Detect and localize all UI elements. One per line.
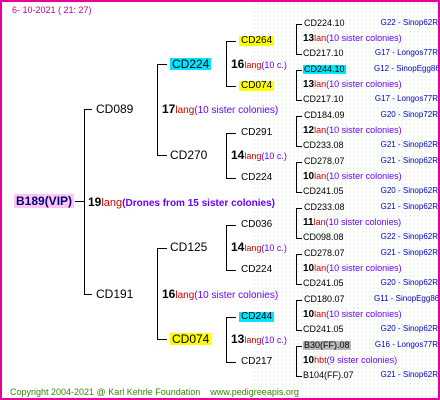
g4-top-info: G21 - Sinop62R [380, 248, 438, 257]
g3-queen-2: CD074 [239, 80, 275, 91]
g4-bottom-id: CD241.05 [303, 324, 344, 334]
g4-top-id: CD180.07 [304, 294, 345, 304]
g4-bottom-info: G17 - Longos77R [374, 94, 438, 103]
g4-top-info: G12 - SinopEgg86R [374, 64, 440, 73]
grandparent-2-drone-info: 14lang(10 c.) [231, 148, 287, 162]
g4-bottom-info: G21 - Sinop62R [380, 370, 438, 379]
grandparent-3-drone-info: 14lang(10 c.) [231, 240, 287, 254]
g3-queen-1: CD264 [239, 35, 275, 46]
g4-bottom-id: CD098.08 [303, 232, 344, 242]
g4-bottom-info: G17 - Longos77R [374, 48, 438, 57]
g4-top-id: CD278.07 [304, 156, 345, 166]
g4-drone-info: 10lan(10 sister colonies) [303, 171, 402, 182]
grandparent-queen-1: CD224 [170, 57, 212, 71]
g4-top-id: CD224.10 [304, 18, 345, 28]
g4-top-info: G21 - Sinop62R [380, 202, 438, 211]
g4-bottom-info: G22 - Sinop62R [380, 232, 438, 241]
g4-bottom-info: G21 - Sinop62R [380, 140, 438, 149]
parent-queen-2: CD191 [96, 287, 134, 301]
g4-bottom-id: B104(FF).07 [303, 370, 354, 380]
g4-top-id: CD184.09 [304, 110, 345, 120]
g3-queen-3: CD291 [241, 127, 273, 138]
parent-1-drone-info: 17lang(10 sister colonies) [162, 102, 279, 116]
root-queen-id: B189(VIP) [14, 194, 75, 208]
g4-bottom-info: G20 - Sinop62R [380, 324, 438, 333]
grandparent-1-drone-info: 16lang(10 c.) [231, 57, 287, 71]
g4-top-info: G22 - Sinop62R [380, 18, 438, 27]
parent-queen-1: CD089 [96, 102, 134, 116]
g4-drone-info: 12lan(10 sister colonies) [303, 125, 402, 136]
grandparent-queen-2: CD270 [170, 148, 208, 162]
g4-top-info: G16 - Longos77R [374, 340, 438, 349]
g4-top-info: G11 - SinopEgg86R [374, 294, 440, 303]
g4-drone-info: 11lan(10 sister colonies) [303, 217, 402, 228]
g3-queen-7: CD244 [239, 311, 275, 322]
g4-drone-info: 13lan(10 sister colonies) [303, 79, 402, 90]
pedigree-chart: 6- 10-2021 ( 21: 27) B189(VIP) 19lang(Dr… [0, 0, 440, 400]
g4-drone-info: 10hbt(9 sister colonies) [303, 355, 398, 366]
g4-bottom-info: G20 - Sinop62R [380, 278, 438, 287]
g4-top-id: B30(FF).08 [303, 340, 351, 350]
parent-2-drone-info: 16lang(10 sister colonies) [162, 287, 279, 301]
g4-drone-info: 10lan(10 sister colonies) [303, 263, 402, 274]
g4-bottom-id: CD233.08 [303, 140, 344, 150]
grandparent-4-drone-info: 13lang(10 c.) [231, 332, 287, 346]
g3-queen-8: CD217 [241, 356, 273, 367]
g4-drone-info: 10lan(10 sister colonies) [303, 309, 402, 320]
g4-top-info: G20 - Sinop72R [380, 110, 438, 119]
g4-top-info: G21 - Sinop62R [380, 156, 438, 165]
g3-queen-5: CD036 [241, 219, 273, 230]
date-stamp: 6- 10-2021 ( 21: 27) [12, 5, 92, 15]
g3-queen-4: CD224 [241, 172, 273, 183]
root-drone-info: 19lang(Drones from 15 sister colonies) [88, 195, 275, 209]
g4-bottom-id: CD217.10 [303, 48, 344, 58]
grandparent-queen-4: CD074 [170, 332, 212, 346]
g4-drone-info: 13lan(10 sister colonies) [303, 33, 402, 44]
g4-bottom-id: CD241.05 [303, 278, 344, 288]
grandparent-queen-3: CD125 [170, 240, 208, 254]
g4-top-id: CD278.07 [304, 248, 345, 258]
g4-bottom-info: G20 - Sinop62R [380, 186, 438, 195]
g4-top-id: CD233.08 [304, 202, 345, 212]
g4-bottom-id: CD217.10 [303, 94, 344, 104]
website-url: www.pedigreeapis.org [210, 387, 299, 397]
g4-top-id: CD244.10 [303, 64, 346, 74]
footer: Copyright 2004-2021 @ Karl Kehrle Founda… [10, 388, 299, 397]
g3-queen-6: CD224 [241, 264, 273, 275]
copyright-text: Copyright 2004-2021 @ Karl Kehrle Founda… [10, 387, 201, 397]
g4-bottom-id: CD241.05 [303, 186, 344, 196]
